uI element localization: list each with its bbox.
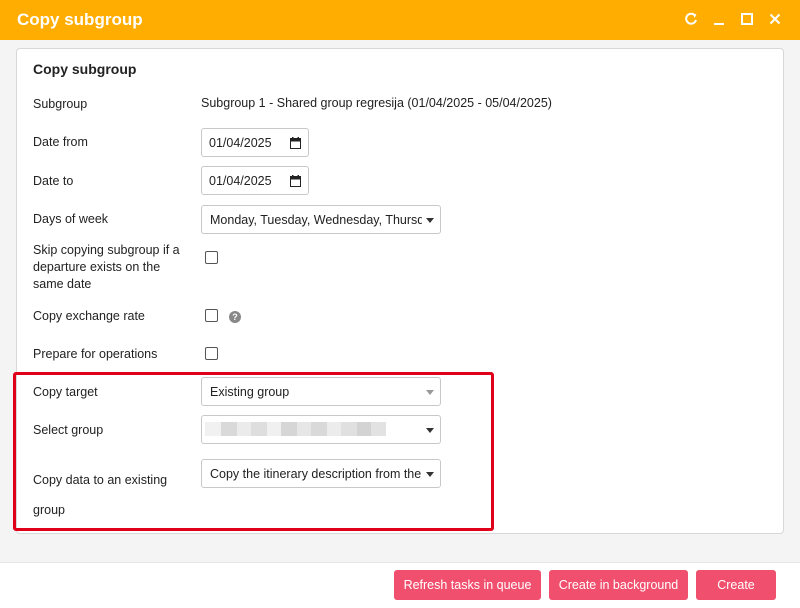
- refresh-tasks-button[interactable]: Refresh tasks in queue: [394, 570, 541, 600]
- calendar-icon[interactable]: [290, 137, 301, 152]
- skip-copying-checkbox[interactable]: [205, 251, 218, 264]
- blurred-group-name: [267, 422, 281, 436]
- select-group-label: Select group: [33, 423, 104, 437]
- date-from-value: 01/04/2025: [209, 135, 272, 150]
- subgroup-value: Subgroup 1 - Shared group regresija (01/…: [201, 96, 552, 110]
- blurred-group-name: [237, 422, 251, 436]
- close-icon[interactable]: [767, 11, 783, 27]
- blurred-group-name: [371, 422, 386, 436]
- copy-data-select[interactable]: Copy the itinerary description from the …: [201, 459, 441, 488]
- blurred-group-name: [221, 422, 237, 436]
- calendar-icon[interactable]: [290, 175, 301, 190]
- copy-target-label: Copy target: [33, 385, 98, 399]
- days-of-week-select[interactable]: Monday, Tuesday, Wednesday, Thursday, Fr…: [201, 205, 441, 234]
- prepare-operations-checkbox[interactable]: [205, 347, 218, 360]
- date-from-label: Date from: [33, 135, 88, 149]
- chevron-down-icon: [426, 390, 434, 395]
- question-circle-icon[interactable]: ?: [229, 311, 241, 323]
- blurred-group-name: [341, 422, 357, 436]
- blurred-group-name: [297, 422, 311, 436]
- copy-target-select[interactable]: Existing group: [201, 377, 441, 406]
- date-from-input[interactable]: 01/04/2025: [201, 128, 309, 157]
- refresh-icon[interactable]: [683, 11, 699, 27]
- create-in-background-button[interactable]: Create in background: [549, 570, 688, 600]
- date-to-label: Date to: [33, 174, 74, 188]
- date-to-value: 01/04/2025: [209, 173, 272, 188]
- copy-exchange-rate-label: Copy exchange rate: [33, 309, 145, 323]
- skip-copying-label: Skip copying subgroup if a departure exi…: [33, 243, 180, 291]
- window-titlebar: Copy subgroup: [0, 0, 800, 40]
- form-heading: Copy subgroup: [33, 61, 137, 77]
- window-title: Copy subgroup: [17, 10, 143, 29]
- prepare-operations-label: Prepare for operations: [33, 347, 158, 361]
- days-of-week-label: Days of week: [33, 212, 109, 226]
- blurred-group-name: [357, 422, 371, 436]
- subgroup-label: Subgroup: [33, 97, 88, 111]
- minimize-icon[interactable]: [711, 11, 727, 27]
- maximize-icon[interactable]: [739, 11, 755, 27]
- copy-target-value: Existing group: [210, 384, 290, 399]
- chevron-down-icon: [426, 218, 434, 223]
- copy-exchange-rate-checkbox[interactable]: [205, 309, 218, 322]
- days-of-week-value: Monday, Tuesday, Wednesday, Thursday, Fr…: [210, 212, 422, 227]
- copy-data-label: Copy data to an existing group: [33, 473, 168, 517]
- chevron-down-icon: [426, 472, 434, 477]
- chevron-down-icon: [426, 428, 434, 433]
- blurred-group-name: [205, 422, 221, 436]
- blurred-group-name: [311, 422, 327, 436]
- blurred-group-name: [281, 422, 297, 436]
- blurred-group-name: [327, 422, 341, 436]
- blurred-group-name: [251, 422, 267, 436]
- create-button[interactable]: Create: [696, 570, 776, 600]
- date-to-input[interactable]: 01/04/2025: [201, 166, 309, 195]
- copy-data-value: Copy the itinerary description from the …: [210, 466, 422, 481]
